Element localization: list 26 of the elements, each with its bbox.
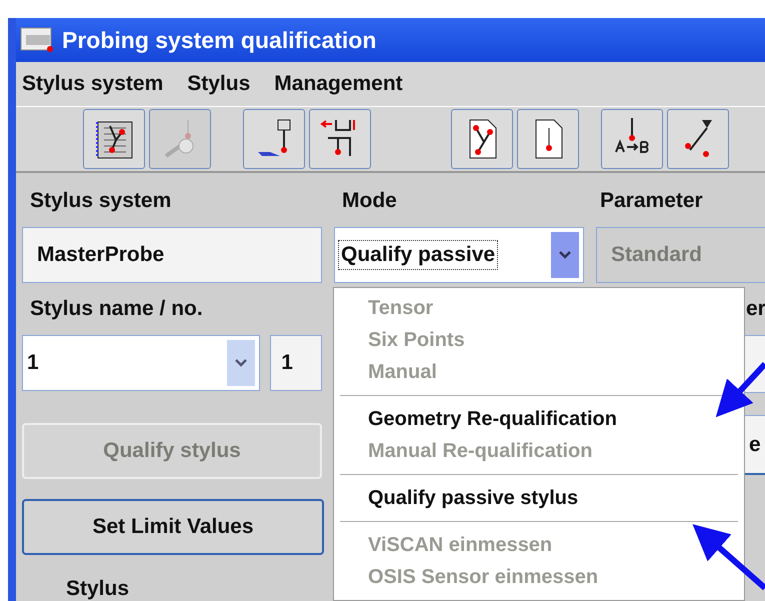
menu-item[interactable]: Stylus [187, 72, 250, 96]
mode-combo[interactable]: Qualify passive [334, 227, 584, 283]
stylus-system-field[interactable]: MasterProbe [22, 227, 322, 283]
field-label: Mode [341, 188, 398, 214]
chevron-icon [234, 358, 248, 368]
toolbar-button[interactable] [601, 109, 663, 169]
chevron-icon [558, 250, 572, 260]
toolbar-button[interactable] [517, 109, 579, 169]
toolbar-button[interactable] [667, 109, 729, 169]
arrow [716, 362, 765, 418]
toolbar-button[interactable] [451, 109, 513, 169]
window-title: Probing system qualification [62, 26, 376, 54]
action-button[interactable]: Set Limit Values [22, 499, 324, 555]
field-label: Stylus name / no. [29, 296, 204, 322]
toolbar-button[interactable] [83, 109, 145, 169]
field-label: Stylus [65, 576, 130, 601]
field-label: Stylus system [29, 188, 172, 214]
menu-item[interactable]: Stylus system [22, 72, 164, 96]
app-icon [20, 27, 54, 53]
field-label: Parameter [599, 188, 704, 214]
toolbar-button[interactable] [309, 109, 371, 169]
stylus-name-combo[interactable]: 1 [22, 335, 260, 391]
stylus-number-field[interactable]: 1 [270, 335, 322, 391]
menu-option[interactable]: Qualify passive stylus [334, 482, 744, 514]
toolbar-button[interactable] [243, 109, 305, 169]
menu-item[interactable]: Management [274, 72, 403, 96]
